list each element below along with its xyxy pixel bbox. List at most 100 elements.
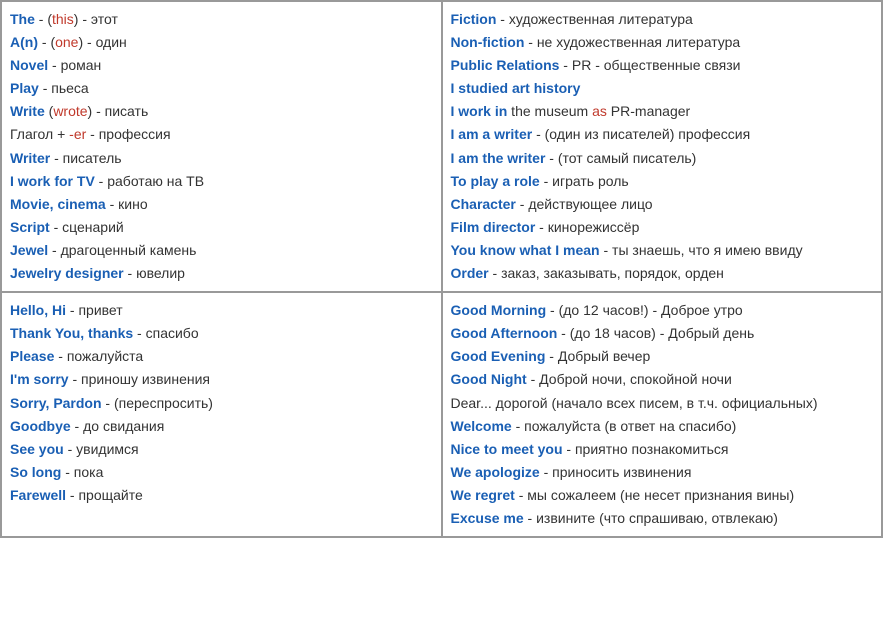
text-ru: - PR - общественные связи <box>559 57 740 73</box>
text-ru: - приношу извинения <box>69 371 210 387</box>
line: Write (wrote) - писать <box>10 100 433 123</box>
text-en: Farewell <box>10 487 66 503</box>
text-ru: дорогой (начало всех писем, в т.ч. офици… <box>492 395 818 411</box>
text-ru: - драгоценный камень <box>48 242 196 258</box>
line: Public Relations - PR - общественные свя… <box>451 54 874 77</box>
text-en-red: one <box>55 34 78 50</box>
text-en: Movie, cinema <box>10 196 106 212</box>
text-en: Thank You, thanks <box>10 325 133 341</box>
line: Hello, Hi - привет <box>10 299 433 322</box>
text-ru: - приятно познакомиться <box>563 441 729 457</box>
text-en: Good Afternoon <box>451 325 558 341</box>
text-en: Jewel <box>10 242 48 258</box>
text-ru: ) - писать <box>88 103 149 119</box>
text-ru: - ювелир <box>124 265 185 281</box>
line: Good Evening - Добрый вечер <box>451 345 874 368</box>
line: Dear... дорогой (начало всех писем, в т.… <box>451 392 874 415</box>
text-ru: - ( <box>35 11 52 27</box>
text-ru: - художественная литература <box>496 11 692 27</box>
text-ru: - (один из писателей) профессия <box>532 126 750 142</box>
text-en: We apologize <box>451 464 540 480</box>
text-en: Novel <box>10 57 48 73</box>
text-en: To play a role <box>451 173 540 189</box>
line: Excuse me - извините (что спрашиваю, отв… <box>451 507 874 530</box>
line: Farewell - прощайте <box>10 484 433 507</box>
line: See you - увидимся <box>10 438 433 461</box>
line: I work in the museum as PR-manager <box>451 100 874 123</box>
text-ru: - до свидания <box>71 418 165 434</box>
text-ru: - пожалуйста (в ответ на спасибо) <box>512 418 737 434</box>
text-en: I work for TV <box>10 173 95 189</box>
line: I'm sorry - приношу извинения <box>10 368 433 391</box>
line: Sorry, Pardon - (переспросить) <box>10 392 433 415</box>
text-ru: ) - один <box>78 34 126 50</box>
text-en: Writer <box>10 150 50 166</box>
text-ru: Dear... <box>451 395 492 411</box>
text-en-red: this <box>52 11 74 27</box>
text-en: I studied art history <box>451 80 581 96</box>
text-ru: - мы сожалеем (не несет признания вины) <box>515 487 794 503</box>
text-en: I am the writer <box>451 150 546 166</box>
text-ru: PR-manager <box>607 103 690 119</box>
text-ru: - привет <box>66 302 123 318</box>
text-en: Non-fiction <box>451 34 525 50</box>
text-ru: - увидимся <box>64 441 139 457</box>
line: Good Night - Доброй ночи, спокойной ночи <box>451 368 874 391</box>
line: I am the writer - (тот самый писатель) <box>451 147 874 170</box>
main-grid: The - (this) - этотA(n) - (one) - один No… <box>0 0 883 538</box>
text-en: Hello, Hi <box>10 302 66 318</box>
text-ru: - заказ, заказывать, порядок, орден <box>489 265 724 281</box>
text-en: Goodbye <box>10 418 71 434</box>
text-ru: - извините (что спрашиваю, отвлекаю) <box>524 510 778 526</box>
text-en: Write <box>10 103 45 119</box>
cell-top-right: Fiction - художественная литератураNon-f… <box>442 1 883 292</box>
text-ru: Глагол + <box>10 126 69 142</box>
text-en-red: -er <box>69 126 86 142</box>
text-ru: - профессия <box>86 126 170 142</box>
line: A(n) - (one) - один <box>10 31 433 54</box>
text-ru: - (до 12 часов!) - Доброе утро <box>546 302 743 318</box>
text-ru: - приносить извинения <box>540 464 692 480</box>
text-ru: - роман <box>48 57 101 73</box>
text-en: Sorry, Pardon <box>10 395 102 411</box>
line: So long - пока <box>10 461 433 484</box>
text-en: Nice to meet you <box>451 441 563 457</box>
text-ru: - Доброй ночи, спокойной ночи <box>527 371 732 387</box>
text-ru: - ( <box>38 34 55 50</box>
text-ru: ) - этот <box>74 11 118 27</box>
text-en: So long <box>10 464 61 480</box>
cell-top-left: The - (this) - этотA(n) - (one) - один No… <box>1 1 442 292</box>
line: Writer - писатель <box>10 147 433 170</box>
text-ru: - писатель <box>50 150 121 166</box>
line: We regret - мы сожалеем (не несет призна… <box>451 484 874 507</box>
text-ru: - Добрый вечер <box>545 348 650 364</box>
line: I studied art history <box>451 77 874 100</box>
text-ru: - (переспросить) <box>102 395 213 411</box>
text-en: I am a writer <box>451 126 533 142</box>
text-en: I'm sorry <box>10 371 69 387</box>
line: Non-fiction - не художественная литерату… <box>451 31 874 54</box>
line: The - (this) - этот <box>10 8 433 31</box>
text-en: See you <box>10 441 64 457</box>
line: We apologize - приносить извинения <box>451 461 874 484</box>
line: Film director - кинорежиссёр <box>451 216 874 239</box>
text-en: Good Night <box>451 371 527 387</box>
text-ru: - кинорежиссёр <box>535 219 639 235</box>
text-en: Script <box>10 219 50 235</box>
text-en: I work in <box>451 103 508 119</box>
text-en-red: as <box>592 103 607 119</box>
text-ru: - не художественная литература <box>524 34 740 50</box>
line: Movie, cinema - кино <box>10 193 433 216</box>
line: Welcome - пожалуйста (в ответ на спасибо… <box>451 415 874 438</box>
text-ru: - (до 18 часов) - Добрый день <box>557 325 754 341</box>
text-ru: - играть роль <box>540 173 629 189</box>
text-en: Jewelry designer <box>10 265 124 281</box>
text-ru: - работаю на ТВ <box>95 173 204 189</box>
text-en: We regret <box>451 487 515 503</box>
cell-bottom-right: Good Morning - (до 12 часов!) - Доброе у… <box>442 292 883 537</box>
text-ru: - пожалуйста <box>54 348 143 364</box>
line: Jewel - драгоценный камень <box>10 239 433 262</box>
text-ru: the museum <box>507 103 592 119</box>
line: Script - сценарий <box>10 216 433 239</box>
text-ru: - пока <box>61 464 103 480</box>
